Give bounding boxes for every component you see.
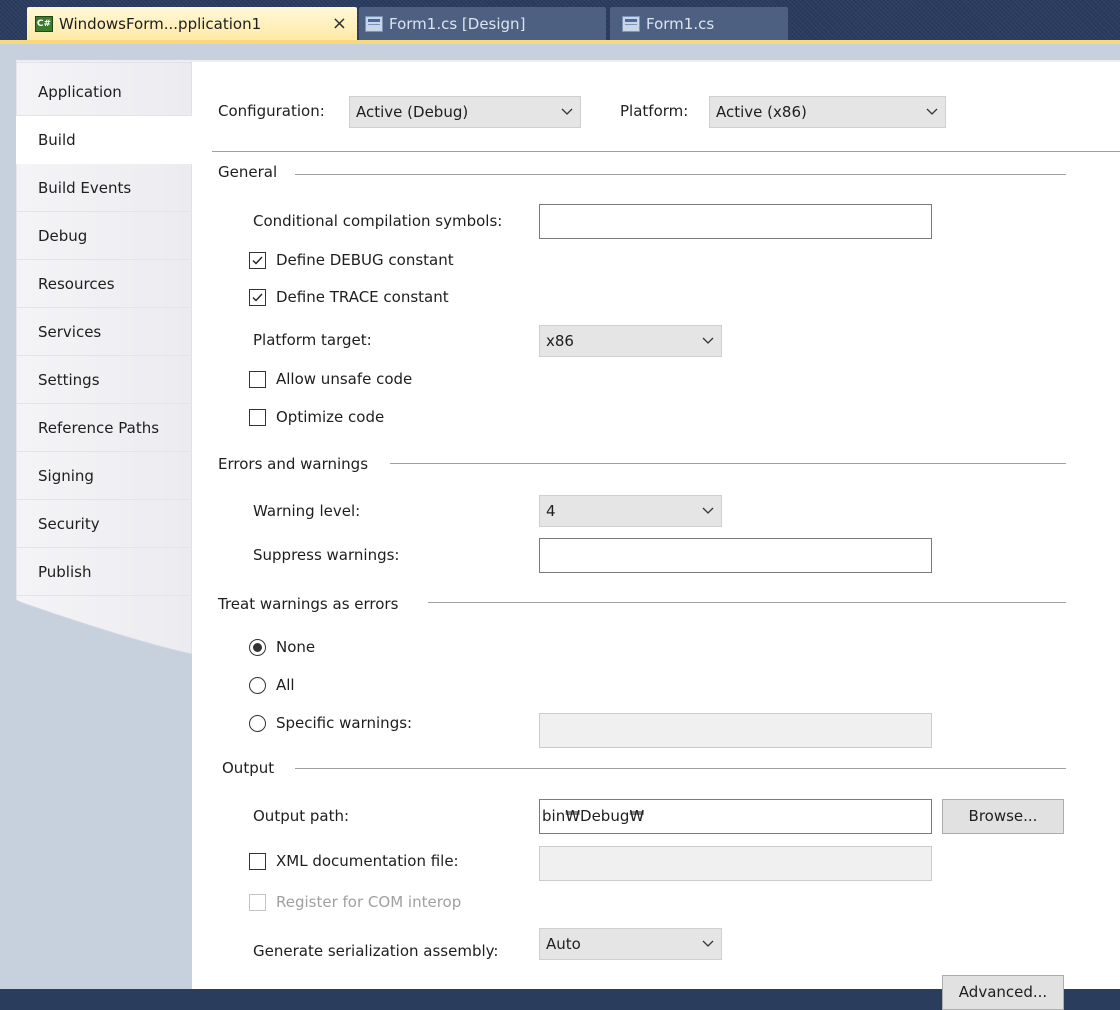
- output-path-label: Output path:: [253, 807, 350, 825]
- header-divider: [212, 151, 1120, 152]
- define-trace-label: Define TRACE constant: [276, 288, 449, 306]
- tab-label: WindowsForm...pplication1: [59, 14, 262, 33]
- tab-label: Form1.cs [Design]: [389, 14, 526, 33]
- property-pages-nav: Application Build Build Events Debug Res…: [16, 62, 192, 989]
- nav-item-application[interactable]: Application: [16, 68, 192, 116]
- xml-doc-checkbox[interactable]: [249, 853, 266, 870]
- errors-section-title: Errors and warnings: [218, 455, 369, 473]
- treat-section-title: Treat warnings as errors: [218, 595, 399, 613]
- platform-target-label: Platform target:: [253, 331, 372, 349]
- chevron-down-icon: [702, 940, 714, 947]
- output-section-title: Output: [222, 759, 275, 777]
- define-trace-checkbox[interactable]: [249, 289, 266, 306]
- platform-target-select[interactable]: x86: [539, 325, 722, 357]
- nav-item-signing[interactable]: Signing: [16, 452, 192, 500]
- allow-unsafe-checkbox[interactable]: [249, 371, 266, 388]
- optimize-code-checkbox[interactable]: [249, 409, 266, 426]
- chevron-down-icon: [561, 108, 573, 115]
- csharp-project-icon: C#: [35, 15, 53, 32]
- chevron-down-icon: [702, 507, 714, 514]
- nav-item-build[interactable]: Build: [16, 116, 192, 164]
- nav-item-settings[interactable]: Settings: [16, 356, 192, 404]
- radio-selected-dot: [253, 643, 262, 652]
- nav-item-resources[interactable]: Resources: [16, 260, 192, 308]
- treat-specific-label: Specific warnings:: [276, 714, 413, 732]
- checkmark-icon: [252, 256, 263, 265]
- platform-target-value: x86: [546, 332, 574, 350]
- nav-item-reference-paths[interactable]: Reference Paths: [16, 404, 192, 452]
- advanced-button[interactable]: Advanced...: [942, 975, 1064, 1010]
- tab-form-code[interactable]: Form1.cs: [610, 7, 788, 40]
- suppress-warnings-input[interactable]: [539, 538, 932, 573]
- com-interop-label: Register for COM interop: [276, 893, 462, 911]
- tab-form-design[interactable]: Form1.cs [Design]: [359, 7, 606, 40]
- warning-level-value: 4: [546, 502, 556, 520]
- treat-none-label: None: [276, 638, 316, 656]
- document-tab-strip: C# WindowsForm...pplication1 × Form1.cs …: [0, 0, 1120, 40]
- errors-divider: [390, 463, 1066, 464]
- tab-label: Form1.cs: [646, 14, 715, 33]
- platform-value: Active (x86): [716, 103, 807, 121]
- com-interop-checkbox: [249, 894, 266, 911]
- general-section-title: General: [218, 163, 278, 181]
- warning-level-label: Warning level:: [253, 502, 361, 520]
- configuration-select[interactable]: Active (Debug): [349, 96, 581, 128]
- form-code-icon: [622, 15, 640, 32]
- configuration-label: Configuration:: [218, 102, 325, 120]
- build-page: Configuration: Active (Debug) Platform: …: [192, 62, 1120, 1010]
- serialization-select[interactable]: Auto: [539, 928, 722, 960]
- output-divider: [295, 768, 1066, 769]
- cond-symbols-label: Conditional compilation symbols:: [253, 212, 503, 230]
- nav-item-services[interactable]: Services: [16, 308, 192, 356]
- allow-unsafe-label: Allow unsafe code: [276, 370, 413, 388]
- general-divider: [295, 174, 1066, 175]
- chevron-down-icon: [926, 108, 938, 115]
- treat-none-radio[interactable]: [249, 639, 266, 656]
- define-debug-label: Define DEBUG constant: [276, 251, 454, 269]
- define-debug-checkbox[interactable]: [249, 252, 266, 269]
- browse-button[interactable]: Browse...: [942, 799, 1064, 834]
- treat-specific-radio[interactable]: [249, 715, 266, 732]
- platform-label: Platform:: [620, 102, 689, 120]
- suppress-warnings-label: Suppress warnings:: [253, 546, 400, 564]
- cond-symbols-input[interactable]: [539, 204, 932, 239]
- close-icon[interactable]: ×: [332, 13, 347, 34]
- treat-divider: [428, 602, 1066, 603]
- xml-doc-input: [539, 846, 932, 881]
- xml-doc-label: XML documentation file:: [276, 852, 459, 870]
- output-path-input[interactable]: bin₩Debug₩: [539, 799, 932, 834]
- optimize-code-label: Optimize code: [276, 408, 385, 426]
- serialization-value: Auto: [546, 935, 581, 953]
- configuration-value: Active (Debug): [356, 103, 469, 121]
- treat-all-label: All: [276, 676, 295, 694]
- specific-warnings-input: [539, 713, 932, 748]
- serialization-label: Generate serialization assembly:: [253, 942, 499, 960]
- checkmark-icon: [252, 293, 263, 302]
- nav-item-publish[interactable]: Publish: [16, 548, 192, 596]
- warning-level-select[interactable]: 4: [539, 495, 722, 527]
- chevron-down-icon: [702, 337, 714, 344]
- platform-select[interactable]: Active (x86): [709, 96, 946, 128]
- nav-item-security[interactable]: Security: [16, 500, 192, 548]
- nav-item-build-events[interactable]: Build Events: [16, 164, 192, 212]
- treat-all-radio[interactable]: [249, 677, 266, 694]
- tab-project-properties[interactable]: C# WindowsForm...pplication1 ×: [27, 7, 357, 40]
- nav-item-debug[interactable]: Debug: [16, 212, 192, 260]
- form-designer-icon: [365, 15, 383, 32]
